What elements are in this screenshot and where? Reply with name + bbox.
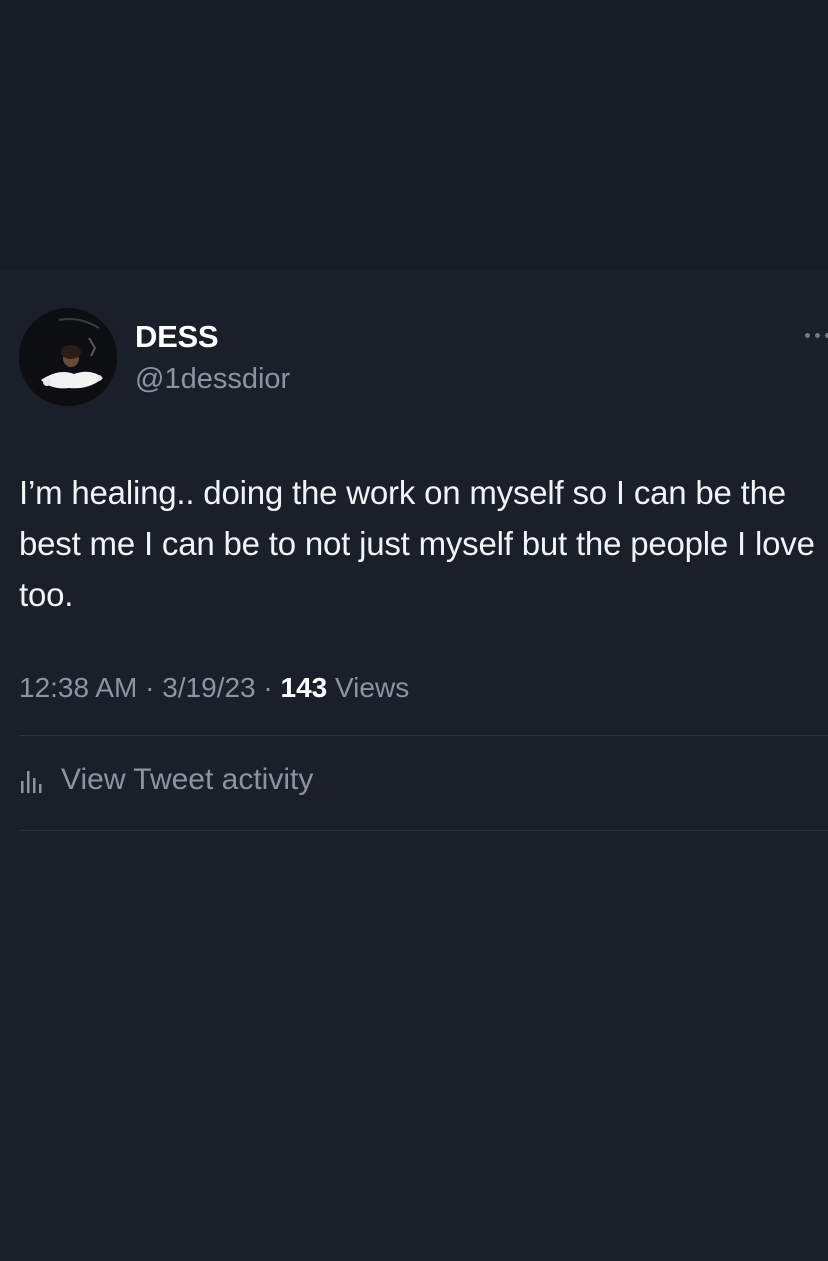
- meta-separator: ·: [145, 672, 155, 703]
- divider: [19, 830, 828, 831]
- page: DESS @1dessdior I’m healing.. doing the …: [0, 0, 828, 1261]
- tweet-text: I’m healing.. doing the work on myself s…: [19, 474, 815, 613]
- more-dot: [805, 333, 810, 338]
- divider: [19, 735, 828, 736]
- bar-chart-icon: [21, 771, 42, 793]
- tweet-date: 3/19/23: [162, 672, 256, 703]
- view-tweet-activity-button[interactable]: View Tweet activity: [19, 760, 313, 800]
- display-name[interactable]: DESS: [135, 319, 219, 355]
- tweet-meta: 12:38 AM · 3/19/23 · 143 Views: [19, 672, 409, 704]
- top-background: [0, 0, 828, 270]
- views-label: Views: [335, 672, 410, 703]
- meta-separator: ·: [263, 672, 273, 703]
- view-tweet-activity-label: View Tweet activity: [61, 763, 314, 796]
- more-dots-icon[interactable]: [802, 328, 828, 342]
- tweet-time: 12:38 AM: [19, 672, 138, 703]
- views-count: 143: [280, 672, 328, 703]
- user-handle[interactable]: @1dessdior: [135, 363, 290, 396]
- avatar-image: [19, 308, 117, 406]
- avatar[interactable]: [19, 308, 117, 406]
- more-dot: [815, 333, 820, 338]
